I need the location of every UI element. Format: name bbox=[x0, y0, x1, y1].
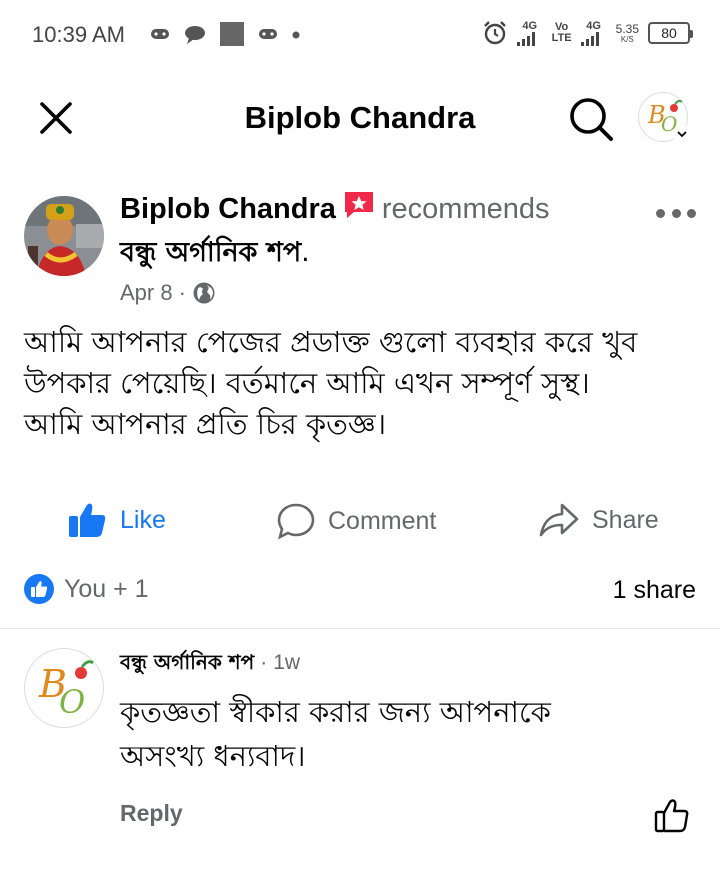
network-label: 4G bbox=[522, 19, 538, 32]
notification-dot-icon bbox=[292, 31, 300, 39]
search-icon[interactable] bbox=[566, 94, 616, 144]
comment-like-icon[interactable] bbox=[654, 798, 690, 834]
author-photo bbox=[24, 196, 104, 276]
reply-button[interactable]: Reply bbox=[120, 800, 183, 827]
comment-header: বন্ধু অর্গানিক শপ · 1w bbox=[120, 648, 300, 681]
battery-indicator: 80 bbox=[648, 22, 693, 44]
recommended-page-name[interactable]: বন্ধু অর্গানিক শপ bbox=[120, 237, 301, 268]
post-actions-bar: Like Comment Share bbox=[0, 496, 720, 546]
comment-bubble-icon bbox=[277, 503, 315, 540]
speed-value: 5.35 bbox=[615, 21, 639, 36]
comment-text-line: অসংখ্য ধন্যবাদ। bbox=[120, 739, 306, 773]
comment-time: 1w bbox=[273, 651, 301, 674]
like-button[interactable]: Like bbox=[68, 502, 166, 538]
volte-bottom: LTE bbox=[551, 32, 572, 44]
comment-button[interactable]: Comment bbox=[276, 502, 436, 540]
recommends-label: recommends bbox=[381, 193, 550, 225]
comment-separator: · bbox=[260, 651, 268, 674]
volte-indicator: Vo LTE bbox=[552, 22, 572, 44]
comment-text: কৃতজ্ঞতা স্বীকার করার জন্য আপনাকে অসংখ্য… bbox=[120, 690, 680, 778]
recommendation-star-icon bbox=[344, 192, 373, 218]
share-count[interactable]: 1 share bbox=[613, 576, 696, 605]
post-meta: Apr 8 · bbox=[120, 280, 216, 306]
profile-switcher-avatar[interactable]: B O bbox=[638, 92, 691, 143]
post-body: আমি আপনার পেজের প্রডাক্ত গুলো ব্যবহার কর… bbox=[24, 322, 704, 445]
post-headline: Biplob Chandra recommends bbox=[120, 190, 550, 226]
globe-icon bbox=[193, 282, 215, 304]
signal-bars-icon bbox=[580, 31, 599, 46]
speed-unit: K/S bbox=[620, 34, 634, 44]
dot-icon bbox=[671, 208, 681, 218]
like-label: Like bbox=[120, 505, 166, 534]
organic-shop-logo-icon: B O bbox=[38, 660, 94, 721]
share-label: Share bbox=[592, 505, 659, 534]
reactions-summary[interactable]: You + 1 bbox=[24, 574, 149, 604]
network-4g-1: 4G bbox=[516, 19, 543, 46]
network-label: 4G bbox=[586, 19, 601, 32]
game-controller-icon bbox=[151, 29, 169, 39]
dot-icon bbox=[656, 208, 665, 218]
svg-text:O: O bbox=[59, 683, 85, 721]
comment-label: Comment bbox=[328, 506, 437, 535]
divider bbox=[0, 628, 720, 629]
commenter-avatar[interactable]: B O bbox=[24, 648, 104, 728]
more-options-button[interactable] bbox=[656, 206, 696, 220]
post-body-line: উপকার পেয়েছি। বর্তমানে আমি এখন সম্পূর্ণ… bbox=[24, 366, 590, 400]
game-controller-icon bbox=[259, 29, 277, 39]
alarm-clock-icon bbox=[483, 21, 506, 45]
status-right-cluster: 4G Vo LTE 4G 5.35 K/S 80 bbox=[482, 19, 693, 46]
top-app-bar: Biplob Chandra B O bbox=[0, 88, 720, 150]
status-bar: 10:39 AM 4G Vo LTE 4G 5.35 K/S 80 bbox=[0, 0, 720, 72]
author-name[interactable]: Biplob Chandra bbox=[120, 193, 336, 225]
author-avatar[interactable] bbox=[24, 196, 104, 276]
share-arrow-icon bbox=[539, 503, 579, 537]
comment-text-line: কৃতজ্ঞতা স্বীকার করার জন্য আপনাকে bbox=[120, 695, 551, 729]
meta-separator: · bbox=[178, 280, 186, 305]
post-body-line: আমি আপনার পেজের প্রডাক্ত গুলো ব্যবহার কর… bbox=[24, 325, 638, 359]
chat-bubble-icon bbox=[185, 26, 205, 44]
like-reaction-icon bbox=[24, 574, 54, 604]
thumbs-up-filled-icon bbox=[69, 503, 106, 537]
share-button[interactable]: Share bbox=[538, 502, 659, 538]
commenter-name[interactable]: বন্ধু অর্গানিক শপ bbox=[120, 648, 254, 681]
status-time: 10:39 AM bbox=[32, 22, 125, 47]
network-4g-2: 4G bbox=[580, 19, 607, 46]
signal-bars-icon bbox=[516, 31, 535, 46]
image-thumbnail-icon bbox=[220, 22, 244, 46]
dot-icon bbox=[687, 208, 696, 218]
post-date[interactable]: Apr 8 bbox=[120, 280, 173, 306]
reaction-count: You + 1 bbox=[64, 574, 149, 603]
battery-level: 80 bbox=[661, 25, 677, 41]
network-speed: 5.35 K/S bbox=[616, 23, 639, 44]
chevron-down-icon bbox=[673, 125, 691, 143]
page-name-suffix: . bbox=[301, 237, 310, 268]
post-body-line: আমি আপনার প্রতি চির কৃতজ্ঞ। bbox=[24, 407, 387, 441]
recommended-page: বন্ধু অর্গানিক শপ. bbox=[120, 232, 310, 277]
